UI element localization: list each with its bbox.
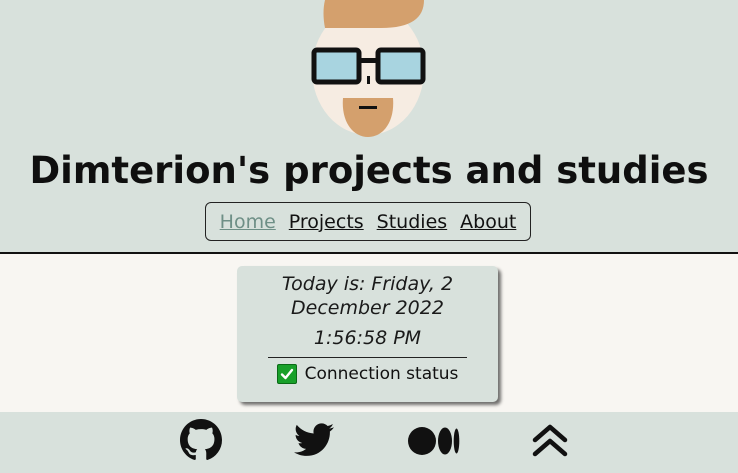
- main-nav: Home Projects Studies About: [205, 202, 531, 241]
- site-title: Dimterion's projects and studies: [29, 149, 709, 192]
- scroll-to-top-icon[interactable]: [531, 423, 569, 459]
- avatar: [311, 0, 426, 137]
- nav-item-home[interactable]: Home: [220, 211, 276, 233]
- card-divider: [268, 357, 467, 358]
- github-icon[interactable]: [180, 419, 222, 461]
- connection-status-label: Connection status: [304, 364, 459, 384]
- nav-item-studies[interactable]: Studies: [377, 211, 447, 233]
- nav-item-projects[interactable]: Projects: [289, 211, 364, 233]
- current-time: 1:56:58 PM: [313, 327, 422, 349]
- check-icon: [276, 364, 297, 384]
- current-date: Today is: Friday, 2 December 2022: [281, 273, 454, 319]
- medium-icon[interactable]: [408, 426, 460, 456]
- twitter-icon[interactable]: [294, 422, 334, 458]
- site-footer: [0, 412, 738, 473]
- connection-status: Connection status: [237, 364, 498, 384]
- nav-item-about[interactable]: About: [460, 211, 516, 233]
- status-card: Today is: Friday, 2 December 2022 1:56:5…: [237, 266, 498, 402]
